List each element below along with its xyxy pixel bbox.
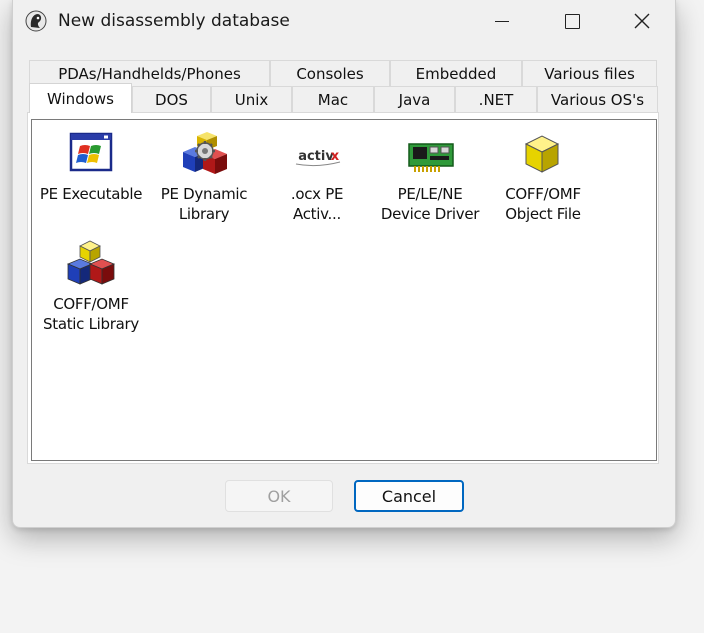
stacked-cubes-icon [66,240,116,285]
tab-java[interactable]: Java [374,86,455,112]
yellow-cube-icon [524,135,560,173]
tab-windows[interactable]: Windows [29,83,132,113]
tab-label: Unix [234,90,269,109]
item-label: .ocx PE Activ... [290,185,344,223]
window-title: New disassembly database [58,11,290,31]
new-database-dialog: New disassembly database PDAs/Handhelds/… [12,0,676,528]
tab-label: Various files [544,64,635,83]
tab-dos[interactable]: DOS [132,86,211,112]
tab-label: PDAs/Handhelds/Phones [58,64,241,83]
tab-label: Embedded [415,64,497,83]
gear-blocks-icon [183,132,227,174]
cancel-button[interactable]: Cancel [354,480,464,512]
file-type-list[interactable]: PE Executable PE Dynamic Library activ x… [31,119,657,461]
tab-mac[interactable]: Mac [292,86,374,112]
item-label: PE/LE/NE Device Driver [380,185,480,223]
tab-label: DOS [155,90,188,109]
tab-consoles[interactable]: Consoles [270,60,390,86]
item-label: PE Executable [39,185,143,203]
svg-text:x: x [331,149,340,164]
tab-row-front: Windows DOS Unix Mac Java .NET Various O… [29,83,658,113]
close-button[interactable] [607,0,677,42]
tab-label: Various OS's [550,90,645,109]
list-item-ocx-activex[interactable]: activ x .ocx PE Activ... [262,130,372,224]
tab-label: Mac [317,90,349,109]
minimize-button[interactable] [467,0,537,42]
cancel-button-label: Cancel [381,486,437,506]
title-bar[interactable]: New disassembly database [13,0,675,42]
ok-button-label: OK [267,486,291,506]
item-label: COFF/OMF Static Library [43,295,139,333]
tab-various-files[interactable]: Various files [522,60,657,86]
maximize-icon [564,13,580,29]
list-item-coff-omf-object[interactable]: COFF/OMF Object File [488,130,598,224]
item-label: PE Dynamic Library [160,185,248,223]
app-logo-icon [25,10,47,32]
tab-label: Java [398,90,431,109]
maximize-button[interactable] [537,0,607,42]
list-item-device-driver[interactable]: PE/LE/NE Device Driver [375,130,485,224]
list-item-coff-omf-static-library[interactable]: COFF/OMF Static Library [36,240,146,334]
list-item-pe-dynamic-library[interactable]: PE Dynamic Library [149,130,259,224]
activex-icon: activ x [295,149,341,167]
tab-label: Windows [47,89,114,108]
circuit-board-icon [408,143,454,172]
windows-exe-icon [69,132,113,172]
svg-text:activ: activ [298,149,334,164]
close-icon [634,13,650,29]
tab-dotnet[interactable]: .NET [455,86,537,112]
ok-button[interactable]: OK [225,480,333,512]
list-item-pe-executable[interactable]: PE Executable [36,130,146,204]
tab-label: Consoles [296,64,364,83]
item-label: COFF/OMF Object File [505,185,581,223]
tab-unix[interactable]: Unix [211,86,292,112]
tab-various-os[interactable]: Various OS's [537,86,658,112]
minimize-icon [495,20,509,22]
tab-label: .NET [478,90,514,109]
tab-embedded[interactable]: Embedded [390,60,522,86]
